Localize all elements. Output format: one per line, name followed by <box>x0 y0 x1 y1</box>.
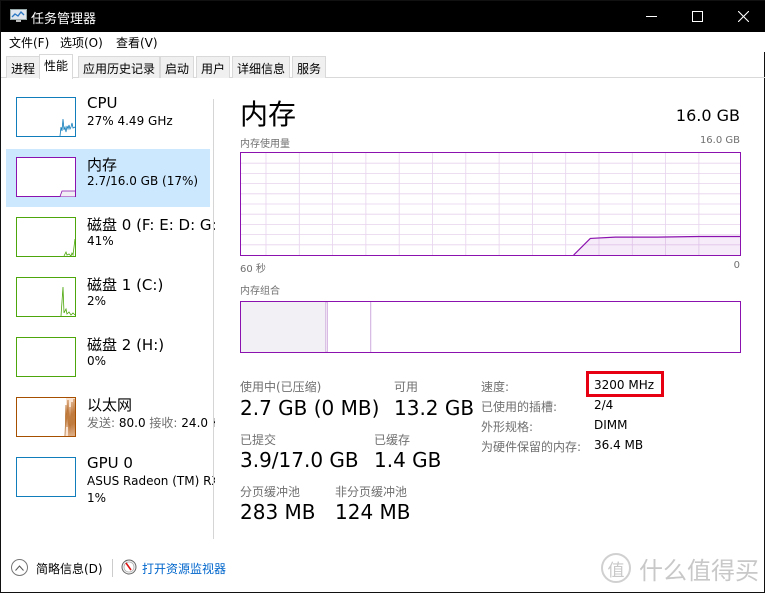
sidebar-item-name: 以太网 <box>87 396 133 414</box>
receive-value: 24.0 K <box>181 416 215 430</box>
menu-view[interactable]: 查看(V) <box>116 34 158 51</box>
speed-highlight-box <box>586 371 664 397</box>
sidebar-item-cpu[interactable]: CPU 27% 4.49 GHz <box>6 89 210 147</box>
sidebar-divider[interactable] <box>213 99 214 539</box>
composition-in-use <box>241 302 326 352</box>
fewer-details-button[interactable] <box>11 559 28 576</box>
sidebar-item-sub: 发送: 80.0 接收: 24.0 K <box>87 414 215 431</box>
committed-label: 已提交 <box>240 433 277 447</box>
menu-options[interactable]: 选项(O) <box>60 34 103 51</box>
tab-app-history[interactable]: 应用历史记录 <box>78 56 161 78</box>
cached-value: 1.4 GB <box>374 448 442 472</box>
sidebar-item-sub: ASUS Radeon (TM) RX <box>87 474 215 488</box>
usage-graph-label: 内存使用量 <box>240 139 290 150</box>
disk-2-thumbnail-graph <box>16 337 76 377</box>
tab-services[interactable]: 服务 <box>292 56 327 78</box>
committed-value: 3.9/17.0 GB <box>240 448 359 472</box>
composition-label: 内存组合 <box>240 286 280 297</box>
nonpaged-pool-label: 非分页缓冲池 <box>335 485 408 499</box>
paged-pool-label: 分页缓冲池 <box>240 485 301 499</box>
sidebar-item-name: 磁盘 1 (C:) <box>87 276 164 294</box>
disk-0-thumbnail-graph <box>16 217 76 257</box>
task-manager-window: 任务管理器 文件(F) 选项(O) 查看(V) 进程 性能 应用历史记录 启动 … <box>0 0 765 593</box>
available-label: 可用 <box>394 380 419 394</box>
task-manager-app-icon <box>10 9 27 22</box>
hardware-reserved-label: 为硬件保留的内存: <box>481 440 582 454</box>
sidebar-item-name: 内存 <box>87 156 118 174</box>
sidebar-item-sub: 41% <box>87 234 114 248</box>
menu-file[interactable]: 文件(F) <box>9 34 49 51</box>
sidebar-item-name: GPU 0 <box>87 454 133 472</box>
form-factor-value: DIMM <box>594 418 628 432</box>
fewer-details-link[interactable]: 简略信息(D) <box>36 560 103 577</box>
total-memory: 16.0 GB <box>675 106 740 125</box>
usage-graph-max-label: 16.0 GB <box>699 135 740 146</box>
minimize-button[interactable] <box>628 1 674 32</box>
send-label: 发送: <box>87 416 116 430</box>
chevron-up-icon <box>15 564 24 571</box>
sidebar-item-disk-2[interactable]: 磁盘 2 (H:) 0% <box>6 329 210 387</box>
disk-1-thumbnail-graph <box>16 277 76 317</box>
watermark-logo-icon: 值 <box>601 553 631 583</box>
sidebar-item-memory[interactable]: 内存 2.7/16.0 GB (17%) <box>6 149 210 207</box>
sidebar-item-sub2: 1% <box>87 491 107 505</box>
sidebar-item-sub: 2.7/16.0 GB (17%) <box>87 174 199 188</box>
resource-monitor-icon <box>121 559 137 575</box>
nonpaged-pool-value: 124 MB <box>335 500 411 524</box>
slots-used-label: 已使用的插槽: <box>481 400 558 414</box>
minimize-icon <box>645 15 657 17</box>
paged-pool-value: 283 MB <box>240 500 316 524</box>
menu-bar: 文件(F) 选项(O) 查看(V) <box>1 32 765 52</box>
tab-startup[interactable]: 启动 <box>160 56 195 78</box>
close-icon <box>737 11 749 22</box>
form-factor-label: 外形规格: <box>481 420 534 434</box>
usage-area <box>573 236 740 255</box>
ethernet-thumbnail-graph <box>16 397 76 437</box>
sidebar-item-ethernet[interactable]: 以太网 发送: 80.0 接收: 24.0 K <box>6 389 215 447</box>
receive-label: 接收: <box>149 416 178 430</box>
slots-used-value: 2/4 <box>594 398 614 412</box>
available-value: 13.2 GB <box>394 396 475 420</box>
sidebar-item-name: 磁盘 0 (F: E: D: G: <box>87 216 215 234</box>
footer-separator <box>112 559 113 577</box>
tab-processes[interactable]: 进程 <box>6 56 41 78</box>
sidebar-item-name: CPU <box>87 94 118 112</box>
cpu-thumbnail-graph <box>16 97 76 137</box>
hardware-reserved-value: 36.4 MB <box>594 438 644 452</box>
memory-usage-graph <box>240 152 741 256</box>
window-title: 任务管理器 <box>31 12 97 27</box>
usage-graph-x-right: 0 <box>733 260 740 271</box>
usage-graph-x-left: 60 秒 <box>240 264 266 275</box>
in-use-value: 2.7 GB (0 MB) <box>240 396 380 420</box>
watermark-text: 什么值得买 <box>639 556 759 585</box>
maximize-button[interactable] <box>674 1 720 32</box>
tab-users[interactable]: 用户 <box>196 56 231 78</box>
sidebar-item-disk-0[interactable]: 磁盘 0 (F: E: D: G: 41% <box>6 209 215 267</box>
cached-label: 已缓存 <box>374 433 411 447</box>
gpu-0-thumbnail-graph <box>16 457 76 497</box>
sidebar-item-sub: 2% <box>87 294 107 308</box>
watermark: 值 什么值得买 <box>601 549 759 587</box>
in-use-label: 使用中(已压缩) <box>240 380 322 394</box>
speed-label: 速度: <box>481 380 510 394</box>
composition-modified <box>325 302 328 352</box>
sidebar-item-sub: 0% <box>87 354 107 368</box>
send-value: 80.0 <box>118 416 146 430</box>
tab-performance[interactable]: 性能 <box>39 54 74 79</box>
title-bar: 任务管理器 <box>1 1 765 32</box>
sidebar-item-sub: 27% 4.49 GHz <box>87 114 173 128</box>
sidebar-item-gpu-0[interactable]: GPU 0 ASUS Radeon (TM) RX 1% <box>6 449 215 507</box>
tab-bar: 进程 性能 应用历史记录 启动 用户 详细信息 服务 <box>1 54 765 79</box>
memory-composition-bar <box>240 301 741 353</box>
tab-details[interactable]: 详细信息 <box>232 56 291 78</box>
memory-thumbnail-graph <box>16 157 76 197</box>
close-button[interactable] <box>720 1 765 32</box>
sidebar-item-name: 磁盘 2 (H:) <box>87 336 165 354</box>
open-resource-monitor-link[interactable]: 打开资源监视器 <box>142 560 226 577</box>
maximize-icon <box>691 11 703 22</box>
sidebar-item-disk-1[interactable]: 磁盘 1 (C:) 2% <box>6 269 210 327</box>
page-title: 内存 <box>240 98 297 131</box>
